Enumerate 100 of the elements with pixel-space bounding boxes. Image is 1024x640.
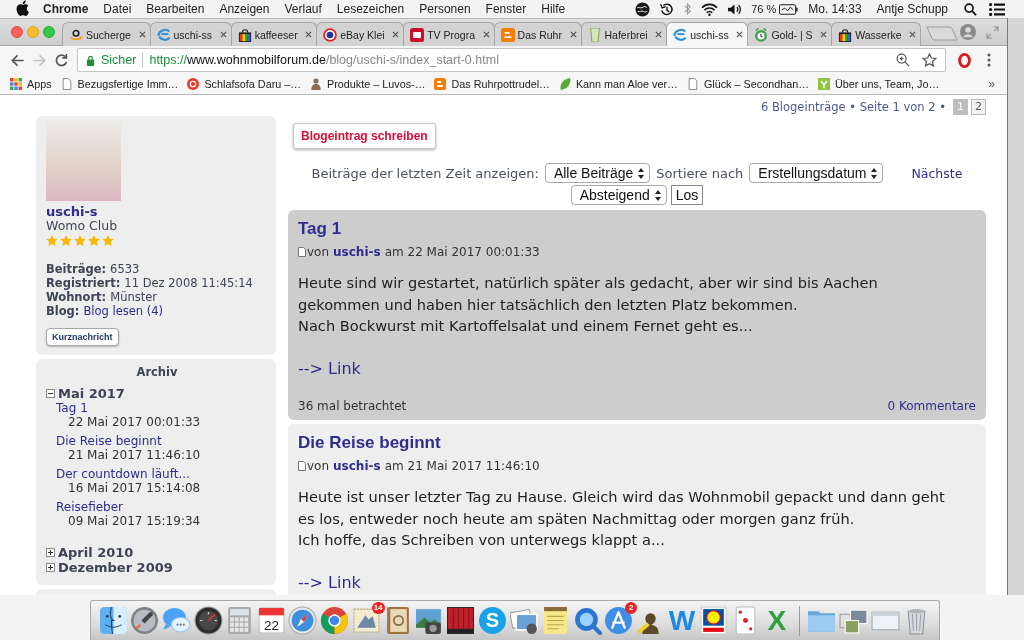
face-icon[interactable]	[98, 606, 128, 635]
browser-tab[interactable]: kaffeeser	[230, 22, 318, 46]
read-more-link[interactable]: --> Link	[298, 572, 976, 593]
archive-month[interactable]: April 2010	[58, 544, 134, 560]
fact-label: Beiträge:	[46, 261, 107, 276]
message-button[interactable]: Kurznachricht	[46, 327, 119, 346]
pinwheel-icon[interactable]	[319, 606, 349, 635]
bookmark-item[interactable]: Glück – Secondhan…	[686, 78, 809, 90]
history-icon[interactable]	[659, 1, 675, 17]
clock[interactable]: Mo. 14:33	[808, 2, 862, 16]
browser-tab[interactable]: Gold- | S	[747, 22, 833, 46]
next-link[interactable]: Nächste	[911, 165, 963, 181]
menu-item[interactable]: Hilfe	[541, 2, 566, 16]
menu-item[interactable]: Datei	[103, 2, 132, 16]
bookmark-item[interactable]: Über uns, Team, Jo…	[817, 78, 940, 90]
search-icon[interactable]	[964, 2, 977, 16]
expand-box-icon[interactable]	[46, 562, 55, 572]
menu-item[interactable]: Lesezeichen	[336, 2, 405, 16]
reload-icon[interactable]	[54, 52, 69, 68]
bookmark-star-icon[interactable]	[922, 53, 937, 67]
calendar-icon[interactable]: 22	[256, 606, 286, 635]
bookmark-item[interactable]: Bezugsfertige Imm…	[60, 78, 179, 90]
more-menu-icon[interactable]	[987, 53, 991, 67]
author-link[interactable]: uschi-s	[333, 244, 381, 260]
browser-tab[interactable]: Wasserke	[831, 22, 922, 46]
close-icon[interactable]	[138, 31, 146, 38]
a-shape-circle-icon[interactable]	[604, 606, 634, 635]
submit-button[interactable]: Los	[670, 185, 704, 205]
page-number-button[interactable]: 2	[971, 99, 986, 115]
author-link[interactable]: uschi-s	[333, 458, 381, 474]
read-more-link[interactable]: --> Link	[298, 358, 976, 379]
archive-month[interactable]: Mai 2017	[58, 385, 125, 401]
stamp-icon[interactable]	[351, 606, 381, 635]
archive-entry-link[interactable]: Der countdown läuft...	[56, 466, 268, 481]
menu-item[interactable]: Verlauf	[284, 2, 322, 16]
comments-link[interactable]: 0 Kommentare	[887, 399, 976, 413]
close-icon[interactable]	[655, 31, 663, 38]
menu-item[interactable]: Fenster	[485, 2, 527, 16]
app-menu[interactable]: Chrome	[43, 2, 89, 16]
post-title-link[interactable]: Tag 1	[298, 218, 976, 240]
bookmark-item[interactable]: Produkte – Luvos-…	[310, 78, 426, 90]
archive-entry-link[interactable]: Tag 1	[56, 400, 268, 415]
expand-box-icon[interactable]	[46, 547, 55, 557]
close-icon[interactable]	[909, 31, 917, 38]
rocket-icon[interactable]	[130, 606, 160, 635]
close-icon[interactable]	[569, 31, 577, 38]
close-icon[interactable]	[736, 31, 744, 38]
browser-tab[interactable]: TV Progra	[403, 22, 495, 46]
camera-icon[interactable]	[414, 606, 444, 635]
address-field[interactable]: Sicher https://www.wohnmobilforum.de/blog/uschi-s/index_start-0.html	[77, 48, 946, 72]
list-icon[interactable]	[989, 2, 1005, 16]
close-window-button[interactable]	[11, 26, 23, 38]
bookmark-item[interactable]: Schlafsofa Daru –…	[187, 78, 302, 90]
post-title-link[interactable]: Die Reise beginnt	[298, 432, 976, 454]
browser-tab[interactable]: uschi-ss	[149, 22, 232, 46]
close-icon[interactable]	[219, 31, 227, 38]
speaker-icon[interactable]	[727, 2, 743, 16]
bookmark-item[interactable]: Das Ruhrpottrudel…	[434, 78, 550, 90]
archive-month[interactable]: Dezember 2009	[58, 559, 173, 575]
close-icon[interactable]	[820, 31, 828, 38]
browser-tab[interactable]: Das Ruhr	[493, 22, 582, 46]
blog-link[interactable]: Blog lesen (4)	[83, 303, 164, 318]
apple-logo-icon[interactable]	[16, 0, 29, 16]
zoom-icon[interactable]	[896, 53, 910, 67]
browser-tab[interactable]: Sucherge	[62, 22, 151, 46]
battery-icon[interactable]	[779, 3, 799, 15]
account-icon[interactable]	[960, 24, 976, 40]
photo-stack-icon[interactable]	[839, 606, 869, 635]
bookmark-item[interactable]: Apps	[10, 78, 52, 90]
back-arrow-icon[interactable]	[10, 52, 25, 68]
curtain-icon[interactable]	[446, 606, 476, 635]
globe-icon[interactable]	[635, 1, 651, 17]
collapse-icon[interactable]	[46, 388, 55, 398]
archive-entry-link[interactable]: Reisefieber	[56, 499, 268, 514]
ring-logo-icon[interactable]	[958, 52, 971, 68]
close-icon[interactable]	[392, 31, 400, 38]
bluetooth-icon[interactable]	[683, 2, 693, 16]
sort-select[interactable]: Erstellungsdatum	[749, 163, 884, 183]
compass-icon[interactable]	[288, 606, 318, 635]
menu-item[interactable]: Bearbeiten	[146, 2, 205, 16]
close-icon[interactable]	[305, 31, 313, 38]
browser-tab[interactable]: uschi-ss	[666, 22, 749, 46]
bookmark-item[interactable]: Kann man Aloe ver…	[558, 78, 678, 90]
browser-tab[interactable]: Haferbrei	[580, 22, 668, 46]
menu-item[interactable]: Personen	[419, 2, 471, 16]
logo-tile-icon[interactable]	[699, 606, 729, 635]
browser-tab[interactable]: eBay Klei	[316, 22, 405, 46]
period-select[interactable]: Alle Beiträge	[544, 163, 651, 183]
username-link[interactable]: uschi-s	[46, 204, 98, 219]
order-select[interactable]: Absteigend	[570, 185, 667, 205]
gauge-icon[interactable]	[193, 606, 223, 635]
photos-icon[interactable]	[509, 606, 539, 635]
menu-item[interactable]: Anzeigen	[219, 2, 270, 16]
magnifier-icon[interactable]	[572, 606, 602, 635]
wifi-icon[interactable]	[701, 2, 719, 16]
new-post-button[interactable]: Blogeintrag schreiben	[293, 123, 436, 149]
archive-entry-link[interactable]: Die Reise beginnt	[56, 433, 268, 448]
close-icon[interactable]	[482, 31, 490, 38]
more-bookmarks-button[interactable]: »	[988, 77, 995, 91]
user-name[interactable]: Antje Schupp	[876, 2, 948, 16]
